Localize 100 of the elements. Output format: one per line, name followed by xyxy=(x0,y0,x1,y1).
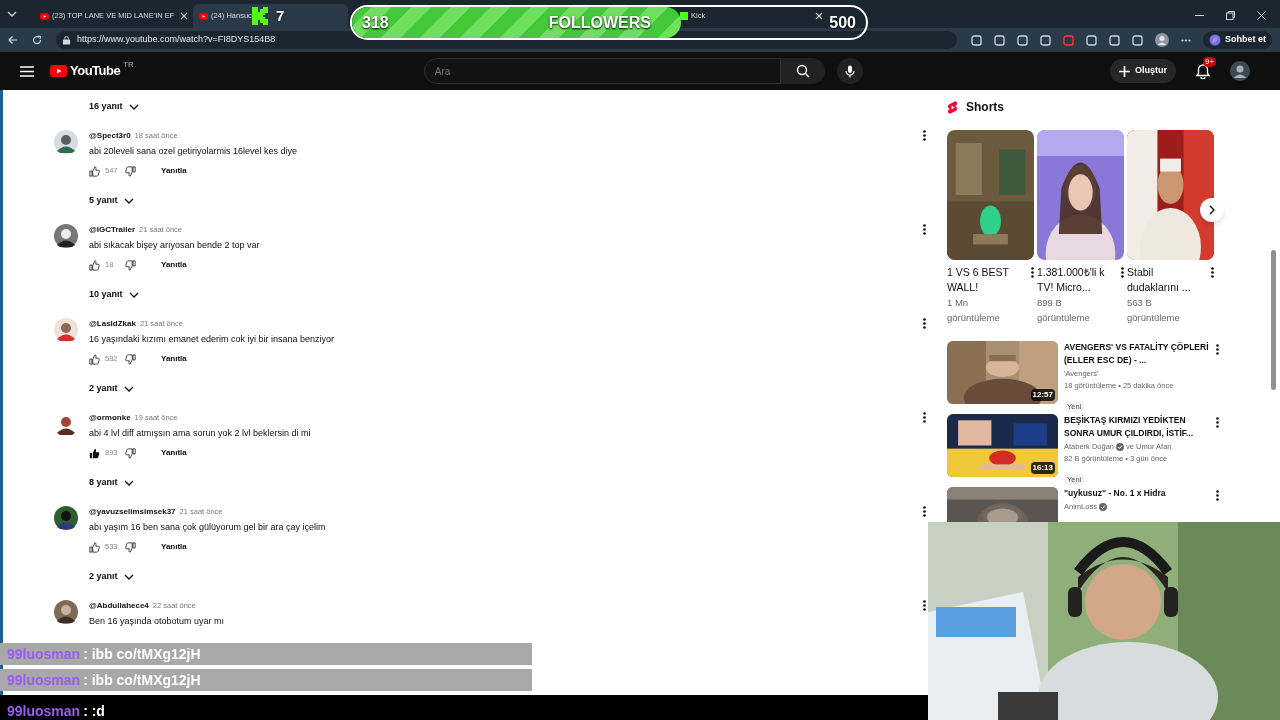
extension-icon[interactable] xyxy=(1063,34,1074,46)
comment-text: abi sıkacak bişey arıyosan bende 2 top var xyxy=(89,239,261,252)
more-vertical-icon[interactable] xyxy=(1211,267,1214,278)
voice-search-button[interactable] xyxy=(836,58,863,84)
more-vertical-icon[interactable] xyxy=(1031,267,1034,278)
video-title[interactable]: BEŞİKTAŞ KIRMIZI YEDİKTEN SONRA UMUR ÇILDIRDI, İSTİF... xyxy=(1064,414,1210,440)
more-vertical-icon[interactable] xyxy=(1216,344,1219,355)
more-vertical-icon[interactable] xyxy=(923,600,926,611)
view-count: 899 B görüntüleme xyxy=(1037,296,1091,325)
comment-author[interactable]: @yavuzselimsimsek37 xyxy=(89,506,176,518)
thumbs-up-icon[interactable] xyxy=(89,353,100,365)
view-count: 563 B görüntüleme xyxy=(1127,296,1181,325)
more-vertical-icon[interactable] xyxy=(923,412,926,423)
bell-icon[interactable] xyxy=(1196,63,1210,79)
thumbs-down-icon[interactable] xyxy=(125,259,136,271)
reply-button[interactable]: Yanıtla xyxy=(161,541,187,553)
thumbs-down-icon[interactable] xyxy=(125,541,136,553)
more-vertical-icon[interactable] xyxy=(1216,490,1219,501)
chat-text: : ibb co/tMXg12jH xyxy=(83,670,201,690)
close-icon[interactable] xyxy=(1257,11,1266,20)
play-logo-icon xyxy=(50,65,67,77)
follower-count: 318 xyxy=(362,12,389,33)
youtube-icon xyxy=(199,12,208,20)
thumbs-down-icon[interactable] xyxy=(125,165,136,177)
youtube-logo[interactable]: YouTube xyxy=(50,61,121,81)
chevron-down-icon xyxy=(123,198,134,204)
avatar-icon xyxy=(54,224,78,248)
chat-username: 99luosman xyxy=(7,701,81,720)
more-icon[interactable] xyxy=(1181,38,1191,42)
short-title[interactable]: Stabil dudaklarını ... xyxy=(1127,265,1205,295)
back-arrow-icon[interactable] xyxy=(8,35,18,45)
replies-toggle[interactable]: 2 yanıt xyxy=(89,379,134,399)
short-title[interactable]: 1.381.000₺'li k TV! Micro... xyxy=(1037,265,1115,295)
search-button[interactable] xyxy=(780,58,825,84)
close-icon[interactable] xyxy=(815,12,823,20)
avatar-icon[interactable] xyxy=(1230,61,1250,81)
chat-text: : ibb co/tMXg12jH xyxy=(83,644,201,664)
notification-badge: 9+ xyxy=(1203,56,1217,67)
sparkle-icon xyxy=(1209,34,1221,46)
reply-button[interactable]: Yanıtla xyxy=(161,165,187,177)
replies-toggle[interactable]: 5 yanıt xyxy=(89,191,134,211)
reply-button[interactable]: Yanıtla xyxy=(161,447,187,459)
comment-author[interactable]: @Abdullahece4 xyxy=(89,600,149,612)
comment-author[interactable]: @ormonke xyxy=(89,412,131,424)
comment-author[interactable]: @Spect3r0 xyxy=(89,130,131,142)
comment-author[interactable]: @LasldZkak xyxy=(89,318,136,330)
more-vertical-icon[interactable] xyxy=(923,224,926,235)
microphone-icon xyxy=(844,64,855,78)
thumbs-up-icon[interactable] xyxy=(89,259,100,271)
replies-toggle[interactable]: 8 yanıt xyxy=(89,473,134,493)
avatar-icon xyxy=(54,600,78,624)
chevron-down-icon xyxy=(128,292,139,298)
comment-text: abi 4 lvl diff atmışsın ama sorun yok 2 lvl beklersin di mi xyxy=(89,427,312,440)
close-icon[interactable] xyxy=(180,12,189,20)
search-icon xyxy=(795,64,810,78)
scrollbar-thumb[interactable] xyxy=(1271,250,1276,390)
view-count: 1 Mn görüntüleme xyxy=(947,296,1001,325)
more-vertical-icon[interactable] xyxy=(1216,417,1219,428)
avatar-icon xyxy=(54,318,78,342)
reply-button[interactable]: Yanıtla xyxy=(161,259,187,271)
chevron-down-icon xyxy=(128,104,139,110)
comment-text: abı yaşım 16 ben sana çok gülüyorum gel bir ara çay içelim xyxy=(89,521,327,534)
plus-icon xyxy=(1119,65,1130,77)
more-vertical-icon[interactable] xyxy=(923,318,926,329)
next-button[interactable] xyxy=(1200,198,1224,222)
square-icon xyxy=(680,12,688,20)
site-info-icon[interactable] xyxy=(62,35,71,45)
create-button[interactable]: Oluştur xyxy=(1110,59,1176,83)
replies-toggle[interactable]: 2 yanıt xyxy=(89,567,134,587)
thumbs-down-icon[interactable] xyxy=(125,353,136,365)
thumbs-up-icon[interactable] xyxy=(89,165,100,177)
replies-toggle[interactable]: 16 yanıt xyxy=(89,97,139,117)
goal-label: FOLLOWERS xyxy=(548,12,651,33)
video-title[interactable]: "uykusuz" - No. 1 x Hidra xyxy=(1064,487,1210,500)
viewer-count: 7 xyxy=(276,6,285,26)
reply-button[interactable]: Yanıtla xyxy=(161,353,187,365)
more-vertical-icon[interactable] xyxy=(923,506,926,517)
comment-text: Ben 16 yaşında otobotum uyar mı xyxy=(89,615,226,628)
thumbs-up-filled-icon[interactable] xyxy=(89,447,100,459)
more-vertical-icon[interactable] xyxy=(923,130,926,141)
avatar-icon xyxy=(54,130,78,154)
chevron-down-icon xyxy=(123,574,134,580)
video-duration: 12:57 xyxy=(1030,389,1055,401)
search-field[interactable]: Ara xyxy=(423,58,781,84)
goal-target: 500 xyxy=(829,12,856,33)
short-title[interactable]: 1 VS 6 BEST WALL! xyxy=(947,265,1025,295)
thumbs-down-icon[interactable] xyxy=(125,447,136,459)
video-title[interactable]: AVENGERS' VS FATALİTY ÇÖPLERİ (ELLER ESC DE) - ... xyxy=(1064,341,1210,367)
avatar-icon[interactable] xyxy=(1155,33,1169,47)
chat-button[interactable]: Sohbet et xyxy=(1203,31,1272,49)
more-vertical-icon[interactable] xyxy=(1121,267,1124,278)
comment-author[interactable]: @IGCTrailer xyxy=(89,224,136,236)
chevron-right-icon xyxy=(1209,205,1215,215)
replies-toggle[interactable]: 10 yanıt xyxy=(89,285,139,305)
reload-icon[interactable] xyxy=(32,35,42,45)
maximize-icon[interactable] xyxy=(1226,11,1235,20)
menu-icon[interactable] xyxy=(20,65,34,77)
region-label: TR xyxy=(123,61,134,70)
kick-logo-icon xyxy=(252,7,268,26)
thumbs-up-icon[interactable] xyxy=(89,541,100,553)
